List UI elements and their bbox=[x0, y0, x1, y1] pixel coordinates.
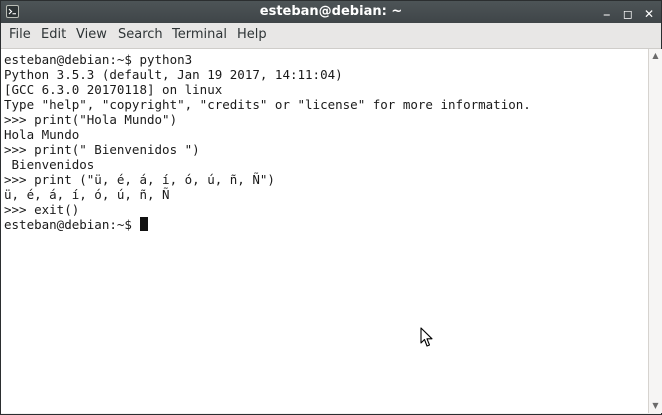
terminal-line: >>> print ("ü, é, á, í, ó, ú, ñ, Ñ") bbox=[4, 172, 275, 187]
terminal-line: [GCC 6.3.0 20170118] on linux bbox=[4, 82, 223, 97]
terminal-line: ü, é, á, í, ó, ú, ñ, Ñ bbox=[4, 187, 170, 202]
close-button[interactable]: ✕ bbox=[641, 5, 657, 23]
prompt-text: esteban@debian:~$ bbox=[4, 217, 140, 232]
menu-view[interactable]: View bbox=[76, 27, 107, 42]
menu-file[interactable]: File bbox=[9, 27, 31, 42]
vertical-scrollbar[interactable]: ▲ ▼ bbox=[648, 49, 662, 413]
terminal-line: Hola Mundo bbox=[4, 127, 80, 142]
terminal-window: esteban@debian: ~ ⎯ ◻ ✕ File Edit View S… bbox=[0, 0, 662, 415]
terminal-line: >>> exit() bbox=[4, 202, 80, 217]
scroll-up-arrow-icon[interactable]: ▲ bbox=[649, 49, 662, 63]
menu-help[interactable]: Help bbox=[237, 27, 267, 42]
terminal-line: Bienvenidos bbox=[4, 157, 95, 172]
terminal-line: >>> print(" Bienvenidos ") bbox=[4, 142, 200, 157]
title-bar[interactable]: esteban@debian: ~ ⎯ ◻ ✕ bbox=[1, 1, 661, 23]
menu-terminal[interactable]: Terminal bbox=[172, 27, 227, 42]
maximize-button[interactable]: ◻ bbox=[620, 5, 636, 23]
prompt-line[interactable]: esteban@debian:~$ bbox=[4, 217, 531, 232]
window-title: esteban@debian: ~ bbox=[259, 4, 403, 19]
scroll-down-arrow-icon[interactable]: ▼ bbox=[649, 399, 662, 413]
minimize-button[interactable]: ⎯ bbox=[599, 5, 615, 23]
text-cursor bbox=[140, 217, 149, 231]
terminal-output[interactable]: esteban@debian:~$ python3 Python 3.5.3 (… bbox=[1, 49, 648, 413]
terminal-line: esteban@debian:~$ python3 bbox=[4, 52, 193, 67]
terminal-line: Type "help", "copyright", "credits" or "… bbox=[4, 97, 531, 112]
menu-search[interactable]: Search bbox=[118, 27, 163, 42]
mouse-pointer-icon bbox=[420, 327, 433, 347]
terminal-line: Python 3.5.3 (default, Jan 19 2017, 14:1… bbox=[4, 67, 343, 82]
menu-bar: File Edit View Search Terminal Help bbox=[1, 23, 661, 49]
terminal-line: >>> print("Hola Mundo") bbox=[4, 112, 178, 127]
menu-edit[interactable]: Edit bbox=[41, 27, 66, 42]
